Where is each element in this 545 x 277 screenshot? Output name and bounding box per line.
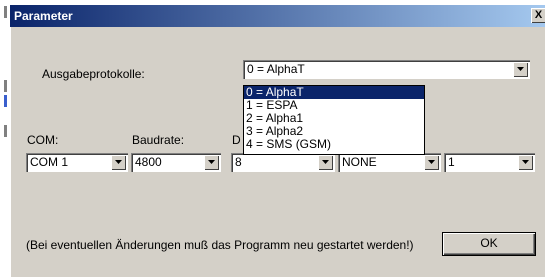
background-mark [4,95,7,107]
parameter-dialog: Parameter X Ausgabeprotokolle: 0 = Alpha… [10,5,545,277]
databits-select[interactable]: 8 [231,153,335,172]
baudrate-dropdown-button[interactable] [204,155,219,170]
databits-value: 8 [235,155,242,169]
restart-notice: (Bei eventuellen Änderungen muß das Prog… [26,238,414,252]
protocol-dropdown-button[interactable] [513,62,528,77]
com-select[interactable]: COM 1 [26,153,128,172]
protocol-value: 0 = AlphaT [247,62,305,76]
chevron-down-icon [517,67,524,71]
window-title: Parameter [14,9,73,23]
protocol-select[interactable]: 0 = AlphaT [243,60,530,79]
baudrate-value: 4800 [135,155,162,169]
baudrate-label: Baudrate: [132,133,185,147]
stopbits-select[interactable]: 1 [444,153,535,172]
protocol-dropdown-list[interactable]: 0 = AlphaT 1 = ESPA 2 = Alpha1 3 = Alpha… [243,85,425,155]
parity-select[interactable]: NONE [338,153,441,172]
stopbits-dropdown-button[interactable] [518,155,533,170]
com-dropdown-button[interactable] [111,155,126,170]
parity-dropdown-button[interactable] [424,155,439,170]
databits-label: D [232,133,241,147]
baudrate-select[interactable]: 4800 [131,153,221,172]
protocol-option[interactable]: 4 = SMS (GSM) [244,138,424,151]
chevron-down-icon [322,160,329,164]
com-label: COM: [27,133,59,147]
databits-dropdown-button[interactable] [318,155,333,170]
protocol-label: Ausgabeprotokolle: [42,67,145,81]
parity-value: NONE [342,155,377,169]
chevron-down-icon [115,160,122,164]
background-mark [4,6,7,18]
ok-button[interactable]: OK [443,233,535,255]
chevron-down-icon [428,160,435,164]
close-button[interactable]: X [531,8,545,23]
background-mark [4,125,7,137]
close-icon: X [534,9,543,21]
background-mark [4,80,7,92]
chevron-down-icon [522,160,529,164]
chevron-down-icon [208,160,215,164]
stopbits-value: 1 [448,155,455,169]
com-value: COM 1 [30,155,69,169]
title-bar[interactable]: Parameter X [10,5,545,27]
